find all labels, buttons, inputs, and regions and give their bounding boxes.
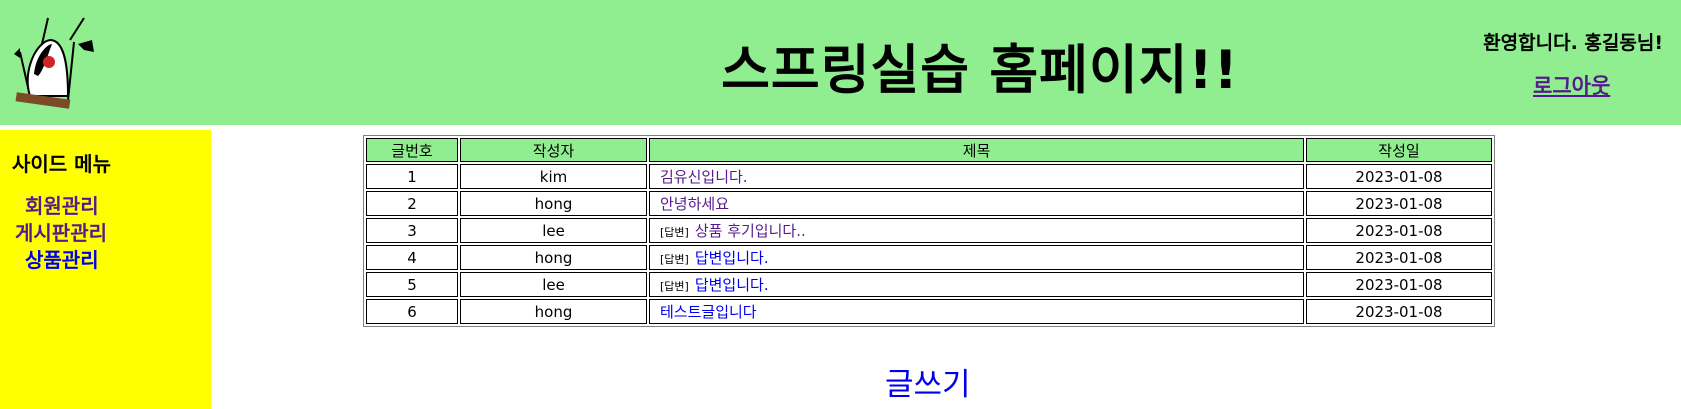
cell-title: [답변] 답변입니다. bbox=[649, 245, 1304, 270]
sidebar-title: 사이드 메뉴 bbox=[12, 152, 111, 176]
cell-title: 테스트글입니다 bbox=[649, 299, 1304, 324]
reply-tag: [답변] bbox=[660, 226, 689, 239]
site-title: 스프링실습 홈페이지!! bbox=[721, 40, 1239, 101]
column-header-title: 제목 bbox=[649, 138, 1304, 162]
cell-writer: lee bbox=[460, 218, 647, 243]
post-title-link[interactable]: 테스트글입니다 bbox=[660, 303, 757, 321]
welcome-message: 환영합니다. 홍길동님! bbox=[1483, 32, 1663, 54]
logout-link[interactable]: 로그아웃 bbox=[1533, 70, 1610, 100]
post-title-link[interactable]: 안녕하세요 bbox=[660, 195, 729, 213]
column-header-number: 글번호 bbox=[366, 138, 458, 162]
reply-tag: [답변] bbox=[660, 253, 689, 266]
cell-number: 5 bbox=[366, 272, 458, 297]
cell-writer: hong bbox=[460, 191, 647, 216]
cell-date: 2023-01-08 bbox=[1306, 299, 1492, 324]
sidebar-item-member-management[interactable]: 회원관리 bbox=[25, 190, 99, 219]
cell-date: 2023-01-08 bbox=[1306, 245, 1492, 270]
column-header-writer: 작성자 bbox=[460, 138, 647, 162]
post-title-link[interactable]: 상품 후기입니다.. bbox=[695, 222, 806, 240]
table-row: 6 hong 테스트글입니다 2023-01-08 bbox=[366, 299, 1492, 324]
cell-number: 6 bbox=[366, 299, 458, 324]
cell-writer: hong bbox=[460, 245, 647, 270]
cell-number: 4 bbox=[366, 245, 458, 270]
cell-title: [답변] 상품 후기입니다.. bbox=[649, 218, 1304, 243]
cell-title: 안녕하세요 bbox=[649, 191, 1304, 216]
post-title-link[interactable]: 답변입니다. bbox=[695, 249, 769, 267]
board-table: 글번호 작성자 제목 작성일 1 kim 김유신입니다. 2023-01-08 2 hon… bbox=[363, 135, 1495, 327]
cell-number: 2 bbox=[366, 191, 458, 216]
cell-date: 2023-01-08 bbox=[1306, 191, 1492, 216]
reply-tag: [답변] bbox=[660, 280, 689, 293]
cell-date: 2023-01-08 bbox=[1306, 164, 1492, 189]
table-header-row: 글번호 작성자 제목 작성일 bbox=[366, 138, 1492, 162]
cell-title: [답변] 답변입니다. bbox=[649, 272, 1304, 297]
table-row: 2 hong 안녕하세요 2023-01-08 bbox=[366, 191, 1492, 216]
sidebar-item-product-management[interactable]: 상품관리 bbox=[25, 244, 99, 273]
post-title-link[interactable]: 답변입니다. bbox=[695, 276, 769, 294]
post-title-link[interactable]: 김유신입니다. bbox=[660, 168, 748, 186]
table-row: 3 lee [답변] 상품 후기입니다.. 2023-01-08 bbox=[366, 218, 1492, 243]
cell-date: 2023-01-08 bbox=[1306, 218, 1492, 243]
table-row: 4 hong [답변] 답변입니다. 2023-01-08 bbox=[366, 245, 1492, 270]
sidebar-item-board-management[interactable]: 게시판관리 bbox=[15, 217, 107, 246]
table-row: 5 lee [답변] 답변입니다. 2023-01-08 bbox=[366, 272, 1492, 297]
table-row: 1 kim 김유신입니다. 2023-01-08 bbox=[366, 164, 1492, 189]
sidebar: 사이드 메뉴 회원관리 게시판관리 상품관리 bbox=[0, 130, 211, 409]
cell-number: 3 bbox=[366, 218, 458, 243]
cell-writer: hong bbox=[460, 299, 647, 324]
write-post-link[interactable]: 글쓰기 bbox=[885, 359, 971, 404]
cell-title: 김유신입니다. bbox=[649, 164, 1304, 189]
cell-writer: kim bbox=[460, 164, 647, 189]
cell-date: 2023-01-08 bbox=[1306, 272, 1492, 297]
column-header-date: 작성일 bbox=[1306, 138, 1492, 162]
header: 스프링실습 홈페이지!! 환영합니다. 홍길동님! 로그아웃 bbox=[0, 0, 1681, 125]
cell-number: 1 bbox=[366, 164, 458, 189]
cell-writer: lee bbox=[460, 272, 647, 297]
